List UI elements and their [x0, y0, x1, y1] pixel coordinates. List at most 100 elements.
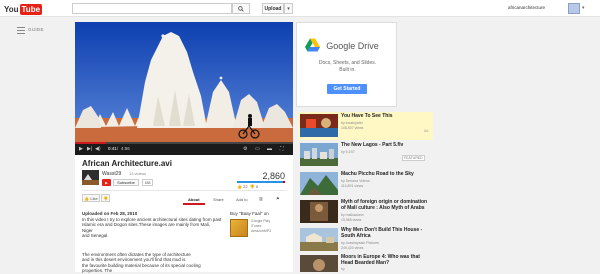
list-item[interactable]: Machu Picchu Road to the Sky by Serrana … — [298, 170, 433, 198]
guide-label[interactable]: GUIDE — [28, 27, 44, 32]
flag-icon[interactable]: ⚑ — [276, 196, 280, 201]
video-title: African Architecture.avi — [82, 159, 172, 168]
ad-label: Ad — [424, 129, 429, 133]
youtube-logo[interactable]: You Tube — [3, 3, 43, 15]
get-started-button[interactable]: Get Started — [327, 84, 367, 94]
buy-title[interactable]: Buy "Baay Faal" on — [230, 211, 269, 216]
thumbnail — [300, 200, 338, 223]
stats-icon[interactable]: ▥ — [259, 196, 263, 201]
video-title: Moors in Europe 4: Who was that Head Bea… — [341, 254, 420, 266]
like-ratio-fill — [237, 181, 284, 183]
search-input[interactable] — [72, 3, 232, 14]
video-channel: by — [341, 267, 345, 271]
next-icon[interactable]: ▶| — [87, 146, 92, 152]
subscriber-count: 188 — [142, 179, 153, 186]
play-icon[interactable]: ▶ — [79, 146, 83, 152]
store-google-play[interactable]: Google Play — [251, 219, 270, 223]
time-total: 4:56 — [121, 146, 130, 151]
store-itunes[interactable]: iTunes — [251, 224, 261, 228]
description-paragraph-2: The environment often dictates the type … — [82, 252, 201, 274]
dislike-button[interactable]: 👎 — [101, 194, 110, 202]
channel-name[interactable]: Wasst29 — [102, 171, 121, 177]
upload-button[interactable]: Upload — [262, 3, 284, 14]
video-channel: by Joashaysam Pictures — [341, 241, 379, 245]
video-views: 249,420 views — [341, 246, 364, 250]
list-item[interactable]: The New Lagos - Part 5.flv by 5.1ST FEAT… — [298, 141, 433, 169]
channel-avatar[interactable] — [82, 170, 99, 185]
settings-icon[interactable]: ⚙ — [243, 146, 247, 152]
channel-video-count[interactable]: 13 videos — [129, 171, 146, 176]
tab-share[interactable]: Share — [213, 197, 224, 202]
thumbnail — [300, 172, 338, 195]
username[interactable]: africanarchitecture — [508, 5, 545, 10]
view-count: 2,860 — [262, 171, 285, 181]
video-channel: by malisadunn — [341, 213, 364, 217]
store-links: Google Play iTunes AmazonMP3 — [251, 219, 271, 234]
store-amazon[interactable]: AmazonMP3 — [251, 229, 271, 233]
search-icon — [238, 5, 244, 12]
ad-tagline: Docs, Sheets, and Slides. Built in. — [297, 60, 398, 74]
channel-avatar-image — [82, 170, 99, 185]
video-views: 108,507 views — [341, 126, 364, 130]
thumbnail — [300, 228, 338, 251]
tab-about[interactable]: About — [188, 197, 200, 202]
tab-add-to[interactable]: Add to — [236, 197, 248, 202]
masthead: You Tube Upload ▾ africanarchitecture ▾ — [0, 0, 600, 17]
thumbs-up-icon: 👍 — [84, 195, 90, 201]
video-title: The New Lagos - Part 5.flv — [341, 142, 404, 148]
list-item[interactable]: Why Men Don't Build This House - South A… — [298, 226, 433, 254]
time-current: 0:41 — [108, 146, 117, 151]
dislike-count: 0 — [255, 184, 259, 189]
album-art[interactable] — [230, 219, 248, 237]
video-channel: by 5.1ST — [341, 150, 356, 154]
list-item[interactable]: You Have To See This by lovatoyahh 108,5… — [298, 112, 433, 140]
chevron-down-icon: ▾ — [287, 5, 290, 12]
like-ratio-bar — [237, 181, 285, 183]
upload-date: Uploaded on Feb 28, 2010 — [82, 211, 138, 216]
guide-menu-icon[interactable] — [17, 27, 25, 36]
thumbs-down-icon: 👎 — [249, 184, 255, 189]
thumbnail — [300, 255, 338, 272]
like-count: 22 — [243, 184, 248, 189]
video-title: Machu Picchu Road to the Sky — [341, 171, 414, 177]
thumbs-up-icon: 👍 — [237, 184, 242, 189]
like-button[interactable]: 👍 Like — [82, 194, 100, 202]
featured-badge: FEATURED — [402, 155, 425, 161]
ad-tagline-2: Built in. — [339, 67, 356, 73]
volume-icon[interactable]: ◀) — [95, 146, 101, 152]
google-drive-ad[interactable]: Google Drive Docs, Sheets, and Slides. B… — [296, 22, 397, 107]
video-channel: by lovatoyahh — [341, 121, 363, 125]
theater-icon[interactable]: ▬ — [267, 146, 272, 152]
subscribe-button[interactable]: Subscribe — [113, 179, 139, 186]
like-counts: 👍 22 👎 0 — [237, 184, 258, 189]
fullscreen-icon[interactable]: ⛶ — [280, 146, 284, 152]
thumbs-down-icon: 👎 — [103, 195, 108, 201]
player-controls: ▶ ▶| ◀) 0:41 / 4:56 ⚙ ▭ ▬ ⛶ — [75, 144, 293, 155]
like-label: Like — [90, 195, 98, 201]
youtube-mini-icon: ▶ — [102, 179, 111, 186]
upload-menu-button[interactable]: ▾ — [284, 3, 293, 14]
thumbnail — [300, 143, 338, 166]
video-views: 15,985 views — [341, 218, 362, 222]
video-views: 114,891 views — [341, 184, 364, 188]
video-frame — [75, 22, 293, 142]
logo-text-you: You — [4, 4, 19, 14]
video-player[interactable]: ▶ ▶| ◀) 0:41 / 4:56 ⚙ ▭ ▬ ⛶ — [75, 22, 293, 155]
search-button[interactable] — [232, 3, 250, 14]
logo-text-tube: Tube — [19, 3, 43, 15]
list-item[interactable]: Moors in Europe 4: Who was that Head Bea… — [298, 253, 433, 272]
watch-later-icon[interactable]: ▭ — [255, 146, 260, 152]
avatar[interactable] — [568, 3, 580, 14]
video-title: Why Men Don't Build This House - South A… — [341, 227, 423, 239]
list-item[interactable]: Myth of foreign origin or domination of … — [298, 198, 433, 226]
divider — [82, 190, 287, 191]
video-info-panel: African Architecture.avi Wasst29 13 vide… — [75, 155, 293, 274]
thumbnail — [300, 114, 338, 137]
active-tab-indicator — [183, 203, 205, 205]
description-paragraph-1: In this video I try to explore ancient a… — [82, 217, 222, 239]
ad-brand: Google Drive — [326, 41, 379, 51]
chevron-down-icon[interactable]: ▾ — [582, 5, 585, 11]
video-channel: by Serrana Videos — [341, 179, 370, 183]
time-separator: / — [117, 146, 119, 151]
video-title: Myth of foreign origin or domination of … — [341, 199, 428, 211]
